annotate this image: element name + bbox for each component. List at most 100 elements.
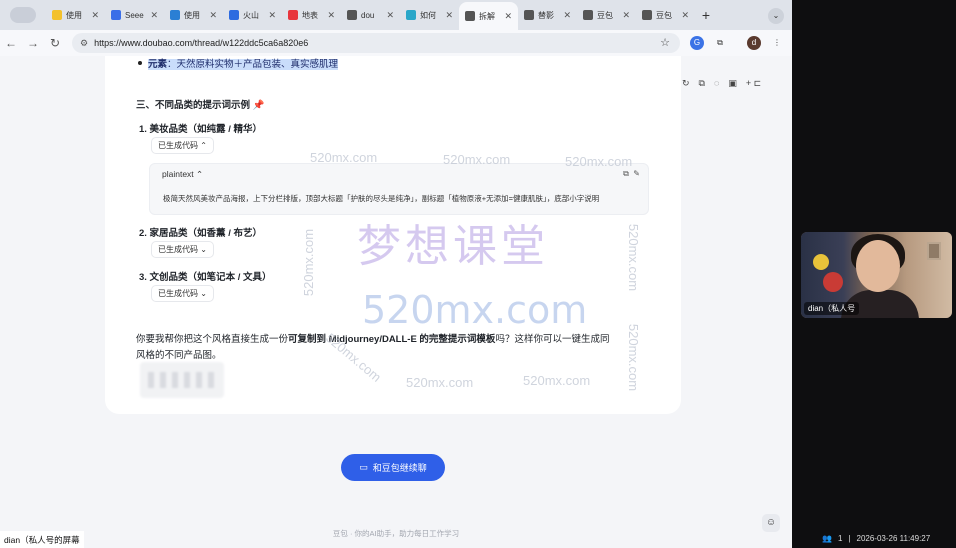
browser-tab[interactable]: 如何 ✕ [400,0,459,30]
tab-favicon-icon [583,10,593,20]
site-info-icon[interactable]: ⚙ [80,38,88,49]
edit-icon[interactable]: ✎ [633,169,640,178]
browser-tab[interactable]: 使用 ✕ [164,0,223,30]
close-icon[interactable]: ✕ [445,10,453,21]
browser-tab[interactable]: dou ✕ [341,0,400,30]
generated-code-toggle[interactable]: 已生成代码 ⌃ [151,137,214,154]
page-viewport: 元素：天然原料实物＋产品包装、真实感肌理 三、不同品类的提示词示例 📌 1. 美… [0,56,792,548]
code-actions: ⧉ ✎ [623,169,640,179]
close-icon[interactable]: ✕ [209,10,217,21]
divider: | [848,534,851,543]
elements-line: 元素：天然原料实物＋产品包装、真实感肌理 [148,56,339,70]
chat-bubble-icon: ▭ [359,462,368,472]
close-icon[interactable]: ✕ [681,10,689,21]
elements-label: 元素 [148,59,168,70]
code-language-toggle[interactable]: plaintext ⌃ [162,169,203,180]
tab-label: dou [361,10,375,20]
cta-label: 和豆包继续聊 [372,463,427,473]
tab-label: 替影 [538,10,554,20]
tab-label: 豆包 [656,10,672,20]
participant-name: dian（私人号 [804,302,860,315]
url-field[interactable]: ⚙ https://www.doubao.com/thread/w122ddc5… [72,33,680,53]
tab-favicon-icon [465,11,475,21]
tab-favicon-icon [170,10,180,20]
question-bold: 可复制到 Midjourney/DALL-E 的完整提示词模板 [288,334,496,345]
blurred-suggestion [140,362,224,398]
code-block: plaintext ⌃ ⧉ ✎ 极简天然风美妆产品海报，上下分栏排版，顶部大标题… [149,163,649,215]
chat-icon[interactable]: ◌ [714,78,719,88]
browser-tab[interactable]: 替影 ✕ [518,0,577,30]
chip-label: 已生成代码 [158,289,198,298]
close-icon[interactable]: ✕ [563,10,571,21]
meeting-status: 👥 1 | 2026-03-26 11:49:27 [822,531,930,546]
profile-avatar[interactable]: d [747,36,761,50]
close-icon[interactable]: ✕ [91,10,99,21]
new-tab-button[interactable]: + [695,7,717,23]
close-icon[interactable]: ✕ [622,10,630,21]
chevron-down-icon: ⌄ [200,245,207,254]
browser-tab[interactable]: 地表 ✕ [282,0,341,30]
image-icon[interactable]: ▣ [728,78,737,89]
elements-text: ：天然原料实物＋产品包装、真实感肌理 [167,59,339,70]
browser-tab[interactable]: 豆包 ✕ [577,0,636,30]
tab-label: 火山 [243,10,259,20]
pin-icon: 📌 [252,100,265,111]
close-icon[interactable]: ✕ [150,10,158,21]
close-icon[interactable]: ✕ [327,10,335,21]
list-item: 3. 文创品类（如笔记本 / 文具） [139,272,272,283]
extensions-puzzle-icon[interactable]: ⧉ [713,36,727,50]
code-line: 极简天然风美妆产品海报，上下分栏排版，顶部大标题「护肤的尽头是纯净」，副标题「植… [163,194,600,203]
browser-tab[interactable]: 火山 ✕ [223,0,282,30]
generated-code-toggle[interactable]: 已生成代码 ⌄ [151,285,214,302]
bookmark-star-icon[interactable]: ☆ [660,36,670,49]
refresh-icon[interactable]: ↻ [682,78,690,89]
copy-icon[interactable]: ⧉ [623,169,629,178]
page-footer: 豆包 · 你的AI助手，助力每日工作学习 [332,529,460,538]
generated-code-toggle[interactable]: 已生成代码 ⌄ [151,241,214,258]
participant-count: 1 [837,534,843,543]
menu-dots-icon[interactable]: ⋮ [770,36,784,50]
tab-favicon-icon [524,10,534,20]
more-icon[interactable]: + ⊏ [746,78,761,89]
tab-strip: 使用 ✕ Seee ✕ 使用 ✕ 火山 ✕ 地表 ✕ dou ✕ 如何 ✕ 拆解 ✕ 替影 ✕ 豆包 ✕ 豆包 ✕ [46,0,695,30]
url-text: https://www.doubao.com/thread/w122ddc5ca… [94,38,309,48]
tab-favicon-icon [642,10,652,20]
continue-chat-button[interactable]: ▭ 和豆包继续聊 [341,454,445,481]
question-post: 吗？这样你可以一键生成同 [495,334,610,345]
chevron-down-icon: ⌄ [200,289,207,298]
browser-tab[interactable]: 拆解 ✕ [459,2,518,30]
forward-icon[interactable]: → [22,36,44,50]
close-icon[interactable]: ✕ [504,11,512,22]
back-icon[interactable]: ← [0,36,22,50]
tab-favicon-icon [406,10,416,20]
tab-label: 拆解 [479,11,495,21]
section-title-text: 三、不同品类的提示词示例 [136,100,251,111]
list-item: 2. 家居品类（如香薰 / 布艺） [139,228,262,239]
code-language: plaintext [162,169,194,179]
tab-search-icon[interactable]: ⌄ [768,8,784,24]
extension-icon[interactable]: G [690,36,704,50]
chat-message-card: 元素：天然原料实物＋产品包装、真实感肌理 三、不同品类的提示词示例 📌 1. 美… [105,56,681,414]
tab-favicon-icon [52,10,62,20]
browser-tab[interactable]: 豆包 ✕ [636,0,695,30]
browser-tab[interactable]: 使用 ✕ [46,0,105,30]
tab-overview-button[interactable] [0,0,46,30]
close-icon[interactable]: ✕ [268,10,276,21]
tab-label: 使用 [66,10,82,20]
chip-label: 已生成代码 [158,245,198,254]
reload-icon[interactable]: ↻ [44,36,66,50]
tab-label: 使用 [184,10,200,20]
screen-share-label: dian（私人号的屏幕 [0,531,84,548]
copy-icon[interactable]: ⧉ [699,78,705,89]
list-item: 1. 美妆品类（如纯露 / 精华） [139,124,262,135]
participant-video[interactable]: dian（私人号 [801,232,952,318]
tab-label: 地表 [302,10,318,20]
tab-favicon-icon [111,10,121,20]
participants-icon[interactable]: 👥 [822,534,832,543]
followup-question-line2: 风格的不同产品图。 [136,350,222,361]
browser-tab[interactable]: Seee ✕ [105,0,164,30]
timestamp: 2026-03-26 11:49:27 [856,534,931,543]
section-title: 三、不同品类的提示词示例 📌 [136,97,265,111]
close-icon[interactable]: ✕ [386,10,394,21]
assistant-icon[interactable]: ☺ [762,514,780,532]
